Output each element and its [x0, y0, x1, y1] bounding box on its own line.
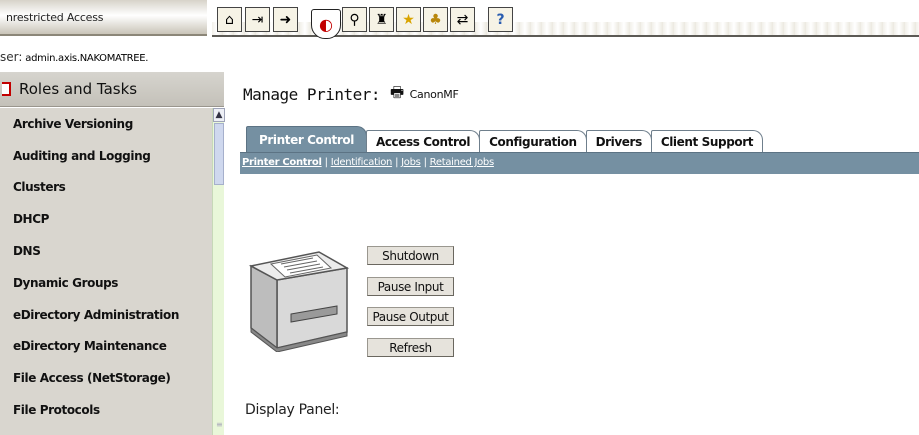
- pause-input-button[interactable]: Pause Input: [367, 277, 454, 296]
- exit-icon[interactable]: ⇥: [245, 7, 270, 32]
- roles-tasks-header[interactable]: Roles and Tasks: [0, 72, 224, 107]
- current-user: ser: admin.axis.NAKOMATREE.: [0, 50, 149, 64]
- page-title-text: Manage Printer:: [243, 85, 381, 104]
- sidebar-item-file-protocols[interactable]: File Protocols: [0, 394, 212, 426]
- configure-icon[interactable]: ♣: [423, 7, 448, 32]
- users-arrow-icon[interactable]: ➜: [273, 7, 298, 32]
- subnav-bar: Printer Control | Identification | Jobs | Reta…: [240, 152, 919, 174]
- tab-printer-control[interactable]: Printer Control: [246, 126, 367, 152]
- printer-name: CanonMF: [409, 88, 459, 101]
- tab-bar: Printer Control Access Control Configura…: [246, 126, 764, 152]
- user-name: admin.axis.NAKOMATREE.: [25, 53, 149, 64]
- network-icon[interactable]: ⇄: [450, 7, 475, 32]
- tab-access-control[interactable]: Access Control: [365, 130, 481, 152]
- top-toolbar: nrestricted Access ⌂ ⇥ ➜ ◐ ⚲ ♜ ★ ♣ ⇄ ?: [0, 0, 919, 40]
- subnav-separator: |: [324, 157, 328, 168]
- roles-tasks-icon[interactable]: ◐: [311, 9, 341, 39]
- sidebar-item-dynamic-groups[interactable]: Dynamic Groups: [0, 267, 212, 299]
- tab-drivers[interactable]: Drivers: [585, 130, 652, 152]
- sidebar-item-dhcp[interactable]: DHCP: [0, 203, 212, 235]
- subnav-separator: |: [423, 157, 427, 168]
- sidebar-item-edirectory-admin[interactable]: eDirectory Administration: [0, 299, 212, 331]
- page-title: Manage Printer: 🖶 CanonMF: [243, 82, 459, 107]
- sidebar-item-edirectory-maintenance[interactable]: eDirectory Maintenance: [0, 331, 212, 363]
- subnav-printer-control[interactable]: Printer Control: [242, 157, 322, 168]
- access-level-label: nrestricted Access: [0, 0, 207, 36]
- printer-icon: 🖶: [390, 83, 404, 101]
- sidebar-item-clusters[interactable]: Clusters: [0, 172, 212, 204]
- display-panel-label: Display Panel:: [245, 402, 340, 418]
- roles-tasks-icon: [2, 82, 11, 96]
- subnav-retained-jobs[interactable]: Retained Jobs: [430, 157, 495, 168]
- tab-client-support[interactable]: Client Support: [650, 130, 764, 152]
- roles-list: Archive Versioning Auditing and Logging …: [0, 108, 212, 435]
- sidebar-item-auditing-logging[interactable]: Auditing and Logging: [0, 140, 212, 172]
- roles-tasks-title: Roles and Tasks: [19, 80, 138, 98]
- printer-icon: [248, 251, 350, 352]
- user-label: ser:: [0, 50, 23, 64]
- pause-output-button[interactable]: Pause Output: [367, 307, 454, 326]
- subnav-jobs[interactable]: Jobs: [401, 157, 421, 168]
- favorites-star-icon[interactable]: ★: [396, 7, 421, 32]
- briefcase-icon[interactable]: ♜: [369, 7, 394, 32]
- search-icon[interactable]: ⚲: [342, 7, 367, 32]
- scrollbar-thumb[interactable]: [214, 123, 224, 185]
- subnav-separator: |: [395, 157, 399, 168]
- sidebar-scrollbar[interactable]: ▲ ≡: [212, 108, 225, 435]
- sidebar-item-file-access[interactable]: File Access (NetStorage): [0, 362, 212, 394]
- sidebar-item-archive-versioning[interactable]: Archive Versioning: [0, 108, 212, 140]
- sidebar-item-dns[interactable]: DNS: [0, 235, 212, 267]
- scroll-up-icon[interactable]: ▲: [213, 108, 225, 122]
- refresh-button[interactable]: Refresh: [367, 338, 454, 357]
- tab-configuration[interactable]: Configuration: [479, 130, 587, 152]
- help-icon[interactable]: ?: [488, 7, 513, 32]
- subnav-identification[interactable]: Identification: [331, 157, 393, 168]
- shutdown-button[interactable]: Shutdown: [367, 246, 454, 265]
- scroll-grip-icon: ≡: [216, 420, 223, 429]
- home-icon[interactable]: ⌂: [217, 7, 242, 32]
